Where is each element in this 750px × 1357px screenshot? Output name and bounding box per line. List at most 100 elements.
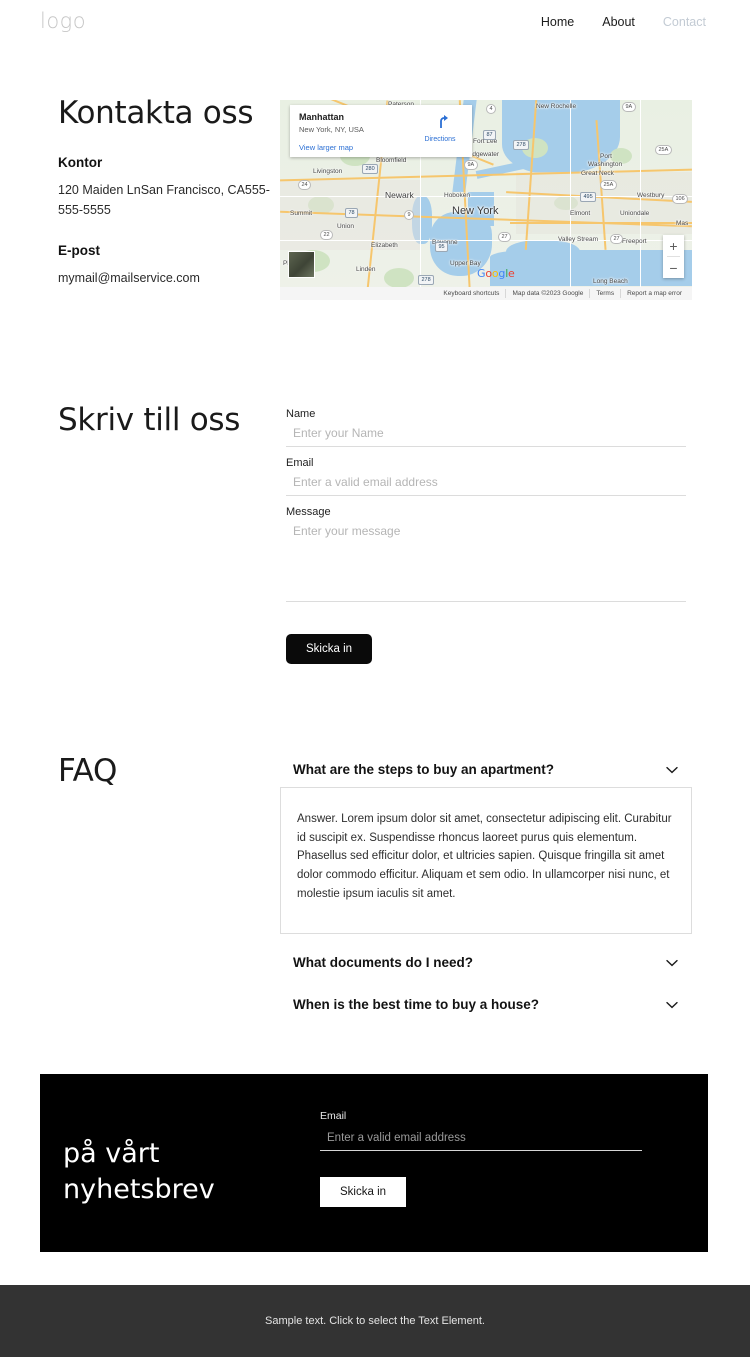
map-route-shield: 78 [345, 208, 359, 218]
map-route-shield: 27 [498, 232, 512, 242]
map-water-jamaicabay [506, 240, 580, 266]
zoom-in-button[interactable]: + [663, 235, 684, 256]
name-input[interactable] [286, 420, 686, 447]
map-road-10 [280, 196, 692, 197]
newsletter-section: på vårt nyhetsbrev Email Skicka in [40, 1074, 708, 1252]
page-root: logo Home About Contact Kontakta oss Kon… [0, 0, 750, 1357]
map-road-9 [510, 222, 692, 224]
site-footer: Sample text. Click to select the Text El… [0, 1285, 750, 1357]
email-label: E-post [58, 242, 100, 258]
map-label: Livingston [313, 168, 343, 175]
contact-info-block: Kontakta oss Kontor 120 Maiden LnSan Fra… [58, 95, 273, 288]
office-address: 120 Maiden LnSan Francisco, CA555-555-55… [58, 183, 270, 217]
faq-spacer [280, 934, 692, 949]
directions-icon [440, 115, 448, 128]
zoom-out-button[interactable]: − [663, 257, 684, 278]
name-field-group: Name [286, 408, 686, 447]
map-zoom-controls[interactable]: + − [663, 235, 684, 278]
google-map[interactable]: New YorkNewarkPatersonNew RochelleBloomf… [280, 100, 692, 300]
map-route-shield: 4 [486, 104, 497, 114]
email-label: Email [286, 457, 314, 469]
map-footer-bar: Keyboard shortcuts Map data ©2023 Google… [280, 287, 692, 300]
map-label: Bloomfield [376, 157, 407, 164]
map-label: Great Neck [581, 170, 614, 177]
map-terms-link[interactable]: Terms [589, 289, 620, 298]
chevron-down-icon[interactable] [666, 959, 678, 967]
map-label: Newark [385, 190, 414, 200]
map-directions-label: Directions [424, 136, 456, 143]
map-info-card[interactable]: Manhattan New York, NY, USA View larger … [290, 105, 472, 157]
map-route-shield: 95 [435, 242, 449, 252]
map-route-shield: 25A [600, 180, 617, 190]
nav-item-contact[interactable]: Contact [663, 15, 706, 29]
site-logo[interactable]: logo [40, 9, 86, 33]
map-route-shield: 24 [298, 180, 312, 190]
map-route-shield: 25A [655, 145, 672, 155]
map-label: Edgewater [468, 151, 500, 158]
newsletter-email-input[interactable] [320, 1127, 642, 1151]
map-label: New York [452, 205, 499, 217]
map-label: Mas [676, 220, 689, 227]
message-field-group: Message [286, 506, 686, 607]
map-keyboard-shortcuts[interactable]: Keyboard shortcuts [437, 289, 505, 298]
faq-accordion: What are the steps to buy an apartment? … [280, 756, 692, 1018]
faq-question-row[interactable]: What are the steps to buy an apartment? [280, 756, 692, 783]
map-route-shield: 278 [513, 140, 530, 150]
nav-item-home[interactable]: Home [541, 15, 574, 29]
map-label: Port [600, 153, 612, 160]
map-label: Uniondale [620, 210, 650, 217]
map-directions-button[interactable]: Directions [418, 115, 462, 143]
map-label: Long Beach [593, 278, 628, 285]
map-label: Elizabeth [371, 242, 398, 249]
message-label: Message [286, 506, 331, 518]
contact-form: Name Email Message Skicka in [286, 408, 686, 664]
email-input[interactable] [286, 469, 686, 496]
site-header: logo Home About Contact [0, 0, 750, 48]
footer-sample-text[interactable]: Sample text. Click to select the Text El… [265, 1315, 485, 1327]
map-label: Linden [356, 266, 376, 273]
faq-item: What are the steps to buy an apartment? … [280, 756, 692, 935]
map-report-error-link[interactable]: Report a map error [620, 289, 688, 298]
map-route-shield: 9A [464, 160, 478, 170]
main-nav: Home About Contact [541, 15, 706, 29]
view-larger-map-link[interactable]: View larger map [299, 143, 463, 152]
map-road-13 [570, 100, 571, 300]
map-route-shield: 278 [418, 275, 435, 285]
write-section-title: Skriv till oss [58, 402, 241, 438]
newsletter-title: på vårt nyhetsbrev [63, 1138, 215, 1205]
faq-question-row[interactable]: When is the best time to buy a house? [280, 991, 692, 1018]
map-road-14 [640, 100, 641, 300]
email-address: mymail@mailservice.com [58, 270, 200, 285]
map-label: Washington [588, 161, 623, 168]
newsletter-form: Email Skicka in [320, 1110, 650, 1207]
map-label: Westbury [637, 192, 665, 199]
contact-submit-button[interactable]: Skicka in [286, 634, 373, 664]
map-data-attribution: Map data ©2023 Google [505, 289, 589, 298]
faq-question-text: What documents do I need? [293, 955, 474, 971]
map-label: Hoboken [444, 192, 471, 199]
office-label: Kontor [58, 155, 103, 171]
message-textarea[interactable] [286, 518, 686, 602]
map-label: Upper Bay [450, 260, 481, 267]
newsletter-submit-button[interactable]: Skicka in [320, 1177, 407, 1207]
map-label: Valley Stream [558, 236, 598, 243]
chevron-down-icon[interactable] [666, 766, 678, 774]
map-label: Freeport [622, 238, 647, 245]
map-label: Summit [290, 210, 313, 217]
faq-spacer [280, 976, 692, 991]
nav-item-about[interactable]: About [602, 15, 635, 29]
faq-question-text: When is the best time to buy a house? [293, 997, 540, 1013]
map-route-shield: 22 [320, 230, 334, 240]
newsletter-email-label: Email [320, 1110, 347, 1122]
faq-answer-text: Answer. Lorem ipsum dolor sit amet, cons… [297, 813, 672, 900]
faq-section-title: FAQ [58, 753, 118, 789]
map-label: Union [337, 223, 354, 230]
map-streetview-thumbnail[interactable] [288, 251, 315, 278]
faq-question-row[interactable]: What documents do I need? [280, 949, 692, 976]
chevron-down-icon[interactable] [666, 1001, 678, 1009]
name-label: Name [286, 408, 316, 420]
map-route-shield: 9A [622, 102, 636, 112]
contact-title: Kontakta oss [58, 95, 254, 131]
map-route-shield: 106 [672, 194, 689, 204]
faq-item: What documents do I need? [280, 949, 692, 976]
